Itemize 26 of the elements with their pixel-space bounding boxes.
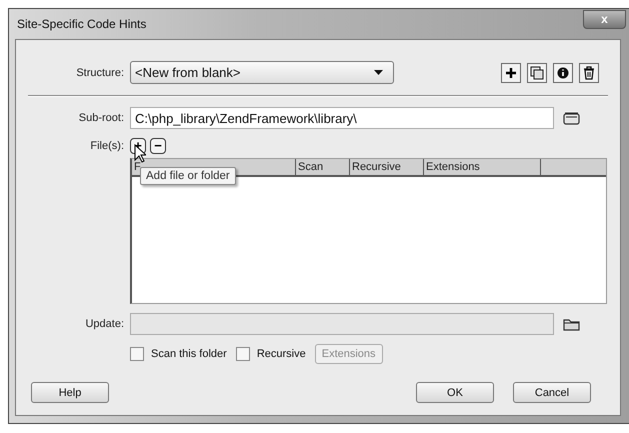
sub-root-field[interactable]: C:\php_library\ZendFramework\library\ (130, 107, 554, 129)
tooltip: Add file or folder (140, 167, 236, 185)
database-icon[interactable] (563, 111, 580, 125)
window-title: Site-Specific Code Hints (16, 17, 146, 31)
checkbox-label: Scan this folder (151, 348, 227, 360)
remove-file-button[interactable]: − (150, 138, 166, 154)
structure-dropdown[interactable]: <New from blank> (130, 61, 394, 84)
trash-icon[interactable] (579, 62, 599, 82)
column-header[interactable]: Recursive (350, 159, 424, 175)
field-label: Update: (84, 318, 125, 330)
folder-icon[interactable] (563, 317, 580, 331)
info-icon[interactable] (553, 62, 573, 82)
field-label: File(s): (89, 140, 125, 152)
field-label: Structure: (75, 66, 125, 78)
field-label: Sub-root: (78, 112, 125, 124)
checkbox-label: Recursive (256, 348, 306, 360)
ok-button[interactable]: OK (416, 382, 494, 403)
duplicate-icon[interactable] (527, 62, 547, 82)
column-header[interactable]: Scan (296, 159, 350, 175)
add-icon[interactable] (501, 62, 521, 82)
checkbox[interactable] (130, 347, 144, 361)
caret-icon[interactable] (374, 70, 383, 75)
column-header[interactable]: Extensions (424, 159, 541, 175)
cancel-button[interactable]: Cancel (513, 382, 591, 403)
help-button[interactable]: Help (31, 382, 109, 403)
checkbox[interactable] (236, 347, 250, 361)
